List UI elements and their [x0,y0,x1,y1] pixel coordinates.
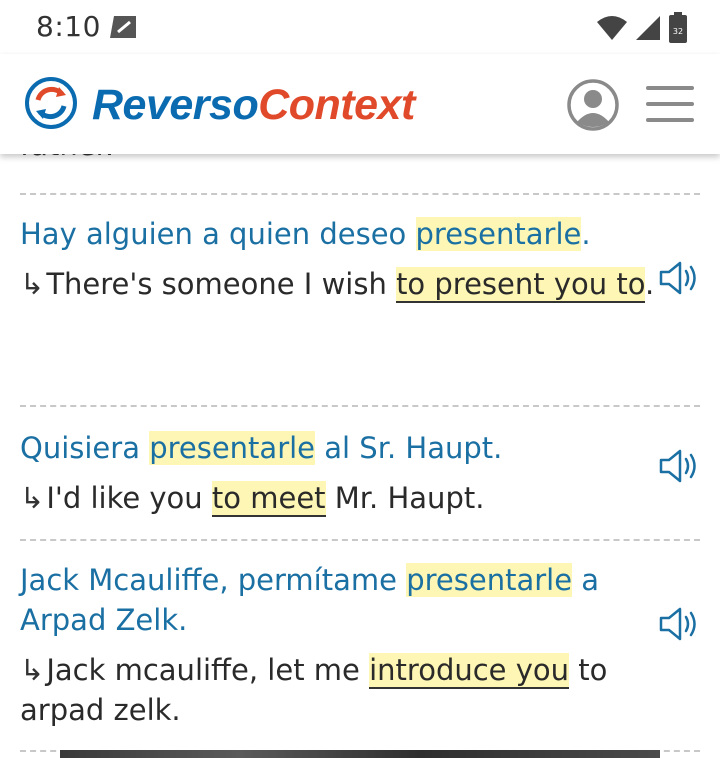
speaker-button[interactable] [658,606,702,642]
source-text: Jack Mcauliffe, permítame [20,563,407,597]
status-indicators: 32 [596,12,688,48]
target-sentence[interactable]: ↳Jack mcauliffe, let me introduce you to… [20,650,660,730]
speaker-icon [659,261,696,295]
speaker-button[interactable] [658,448,702,484]
divider [20,193,700,195]
example-item: Quisiera presentarle al Sr. Haupt. ↳I'd … [20,428,660,518]
target-highlight: to present you to [396,267,645,303]
account-button[interactable] [566,78,620,132]
source-sentence[interactable]: Hay alguien a quien deseo presentarle. [20,214,660,254]
speaker-icon [659,449,696,483]
battery-icon: 32 [668,12,688,48]
account-icon [567,79,619,131]
example-item: Hay alguien a quien deseo presentarle. ↳… [20,214,660,304]
signal-icon [634,14,662,46]
target-sentence[interactable]: ↳There's someone I wish to present you t… [20,264,660,304]
source-sentence[interactable]: Quisiera presentarle al Sr. Haupt. [20,428,660,468]
example-item: Jack Mcauliffe, permítame presentarle a … [20,560,660,730]
target-text: Jack mcauliffe, let me [46,653,370,687]
target-text: Mr. Haupt. [325,481,485,515]
arrow-icon: ↳ [20,267,45,301]
reverso-context-logo[interactable]: ReversoContext [24,76,415,134]
reverso-logo-icon [24,76,78,134]
source-highlight: presentarle [149,431,316,465]
target-highlight: introduce you [369,653,570,689]
notification-icon [108,14,138,44]
ad-banner-edge [60,750,660,758]
arrow-icon: ↳ [20,481,45,515]
speaker-button[interactable] [658,260,702,296]
speaker-icon [659,607,696,641]
target-highlight: to meet [211,481,326,517]
source-text: Quisiera [20,431,150,465]
previous-example-fragment: father. [20,154,114,162]
logo-wordmark: ReversoContext [92,81,415,130]
target-text: I'd like you [46,481,212,515]
app-header: ReversoContext [0,54,720,154]
status-time: 8:10 [36,10,101,43]
target-text: . [644,267,655,301]
arrow-icon: ↳ [20,653,45,687]
source-text: al Sr. Haupt. [315,431,503,465]
target-sentence[interactable]: ↳I'd like you to meet Mr. Haupt. [20,478,660,518]
source-text: . [581,217,591,251]
target-text: There's someone I wish [46,267,397,301]
examples-list: father. Hay alguien a quien deseo presen… [0,154,720,758]
divider [20,539,700,541]
hamburger-menu-icon [646,86,694,122]
status-bar: 8:10 32 [0,0,720,54]
menu-button[interactable] [644,84,696,124]
source-highlight: presentarle [415,217,582,251]
logo-context: Context [258,80,415,129]
source-sentence[interactable]: Jack Mcauliffe, permítame presentarle a … [20,560,660,640]
source-highlight: presentarle [406,563,573,597]
wifi-icon [596,14,628,46]
source-text: Hay alguien a quien deseo [20,217,416,251]
svg-text:32: 32 [673,27,683,36]
logo-reverso: Reverso [92,80,259,129]
divider [20,405,700,407]
